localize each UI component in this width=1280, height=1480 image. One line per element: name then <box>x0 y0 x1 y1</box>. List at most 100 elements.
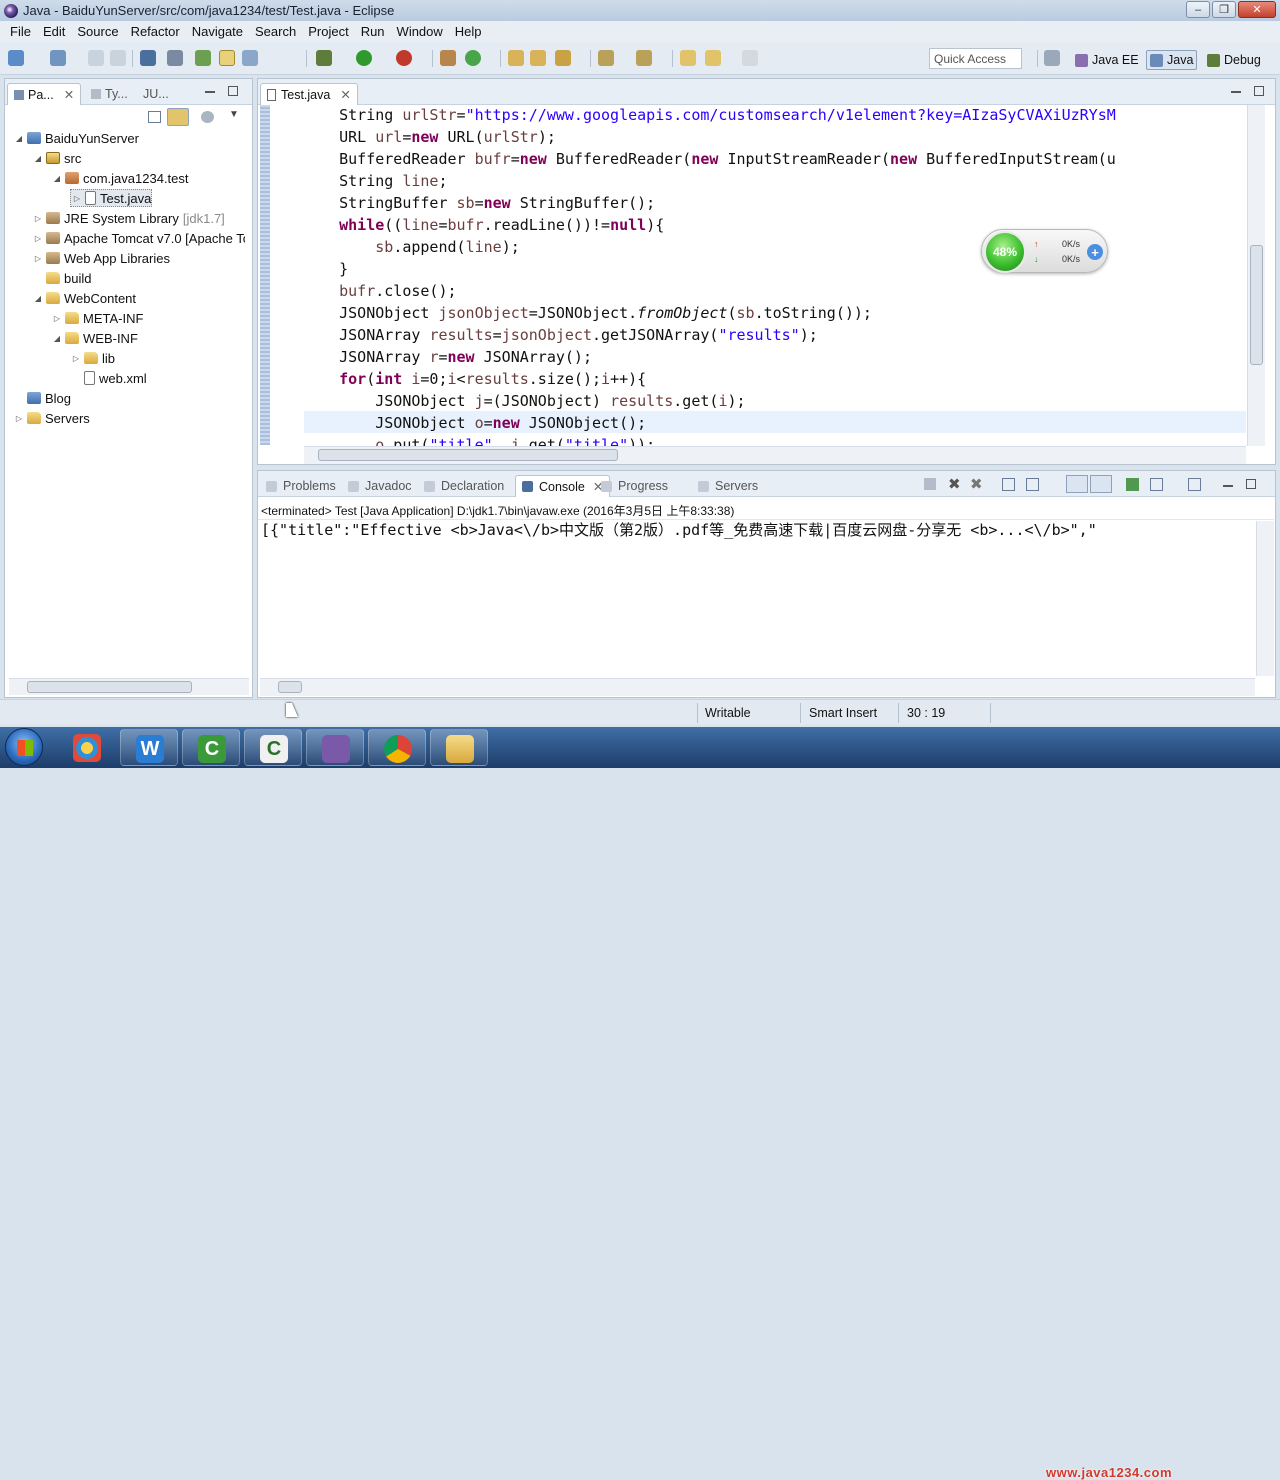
tab-servers[interactable]: Servers <box>692 475 764 497</box>
clear-console-icon[interactable] <box>1002 478 1015 491</box>
open-type-icon[interactable] <box>508 50 524 66</box>
tab-test-java[interactable]: Test.java ✕ <box>260 83 358 105</box>
code-line[interactable]: StringBuffer sb=new StringBuffer(); <box>303 192 655 214</box>
tree-item[interactable]: web.xml <box>70 369 147 387</box>
plus-icon[interactable]: + <box>1087 244 1103 260</box>
new-wizard-icon[interactable] <box>50 50 66 66</box>
console-vscrollbar[interactable] <box>1256 521 1274 676</box>
tree-item[interactable]: ▷ META-INF <box>51 309 144 327</box>
tree-item[interactable]: ▷ Test.java <box>70 189 153 207</box>
skip-breakpoints-icon[interactable] <box>167 50 183 66</box>
tree-item[interactable]: Blog <box>13 389 71 407</box>
code-line[interactable]: JSONArray r=new JSONArray(); <box>303 346 592 368</box>
tab-problems[interactable]: Problems <box>260 475 342 497</box>
code-line[interactable]: for(int i=0;i<results.size();i++){ <box>303 368 646 390</box>
forward-icon[interactable] <box>742 50 758 66</box>
taskbar-app-word[interactable]: W <box>120 729 178 766</box>
collapsed-twisty-icon[interactable]: ▷ <box>13 414 25 423</box>
expanded-twisty-icon[interactable]: ◢ <box>32 154 44 163</box>
taskbar-app-camtasia-recorder[interactable]: C <box>244 729 302 766</box>
menu-refactor[interactable]: Refactor <box>131 24 180 39</box>
minimize-button[interactable]: – <box>1186 1 1210 18</box>
code-line[interactable]: URL url=new URL(urlStr); <box>303 126 556 148</box>
terminate-icon[interactable] <box>924 478 936 490</box>
tree-item[interactable]: ▷ JRE System Library [jdk1.7] <box>32 209 225 227</box>
collapsed-twisty-icon[interactable]: ▷ <box>32 254 44 263</box>
editor-hscrollbar[interactable] <box>304 446 1246 464</box>
menu-file[interactable]: File <box>10 24 31 39</box>
perspective-java-ee[interactable]: Java EE <box>1072 50 1142 70</box>
menu-navigate[interactable]: Navigate <box>192 24 243 39</box>
tree-item[interactable]: ◢ WebContent <box>32 289 136 307</box>
back-icon[interactable] <box>705 50 721 66</box>
pin-console-icon[interactable] <box>1066 475 1088 493</box>
tree-item[interactable]: ◢ WEB-INF <box>51 329 138 347</box>
taskbar-app-0[interactable] <box>58 729 116 766</box>
close-icon[interactable]: ✕ <box>340 87 350 102</box>
remove-all-icon[interactable]: ✖ <box>970 475 983 493</box>
menu-run[interactable]: Run <box>361 24 385 39</box>
new-java-package-icon[interactable] <box>440 50 456 66</box>
editor-vscrollbar[interactable] <box>1247 105 1265 446</box>
menu-project[interactable]: Project <box>308 24 348 39</box>
console-options-icon[interactable] <box>1150 478 1163 491</box>
display-console-icon[interactable] <box>1090 475 1112 493</box>
terminal-icon[interactable] <box>140 50 156 66</box>
minimize-editor-icon[interactable] <box>1231 91 1241 93</box>
explorer-hscrollbar[interactable] <box>9 678 249 695</box>
tree-item[interactable]: ◢ src <box>32 149 81 167</box>
tab-javadoc[interactable]: Javadoc <box>342 475 418 497</box>
code-line[interactable]: o.put("title", j.get("title")); <box>303 434 655 446</box>
expanded-twisty-icon[interactable]: ◢ <box>32 294 44 303</box>
search-icon[interactable] <box>555 50 571 66</box>
open-perspective-icon[interactable] <box>1044 50 1060 66</box>
menu-edit[interactable]: Edit <box>43 24 65 39</box>
code-line[interactable]: JSONArray results=jsonObject.getJSONArra… <box>303 324 818 346</box>
code-line[interactable]: BufferedReader bufr=new BufferedReader(n… <box>303 148 1116 170</box>
menu-window[interactable]: Window <box>397 24 443 39</box>
code-line[interactable]: String line; <box>303 170 447 192</box>
tree-item[interactable]: build <box>32 269 91 287</box>
menu-search[interactable]: Search <box>255 24 296 39</box>
collapsed-twisty-icon[interactable]: ▷ <box>51 314 63 323</box>
new-icon[interactable] <box>8 50 24 66</box>
code-line[interactable]: bufr.close(); <box>303 280 456 302</box>
previous-annotation-icon[interactable] <box>636 50 652 66</box>
tree-item[interactable]: ▷ lib <box>70 349 115 367</box>
scroll-lock-icon[interactable] <box>1026 478 1039 491</box>
expanded-twisty-icon[interactable]: ◢ <box>13 134 25 143</box>
tab-progress[interactable]: Progress <box>595 475 674 497</box>
expanded-twisty-icon[interactable]: ◢ <box>51 334 63 343</box>
perspective-java[interactable]: Java <box>1146 50 1198 70</box>
tree-item[interactable]: ▷ Servers <box>13 409 90 427</box>
close-button[interactable]: ✕ <box>1238 1 1276 18</box>
collapsed-twisty-icon[interactable]: ▷ <box>32 214 44 223</box>
tree-item[interactable]: ▷ Web App Libraries <box>32 249 170 267</box>
next-annotation-icon[interactable] <box>598 50 614 66</box>
perspective-debug[interactable]: Debug <box>1204 50 1264 70</box>
collapsed-twisty-icon[interactable]: ▷ <box>71 194 83 203</box>
taskbar-app-explorer[interactable] <box>430 729 488 766</box>
quick-access-input[interactable]: Quick Access <box>929 48 1022 69</box>
code-line[interactable]: JSONObject j=(JSONObject) results.get(i)… <box>303 390 745 412</box>
network-speed-widget[interactable]: 48% ↑ 0K/s ↓ 0K/s + <box>981 229 1108 273</box>
code-editor[interactable]: String urlStr="https://www.googleapis.co… <box>303 104 1243 446</box>
new-console-view-icon[interactable] <box>1188 478 1201 491</box>
new-java-class-icon[interactable] <box>465 50 481 66</box>
open-task-icon[interactable] <box>530 50 546 66</box>
run-icon[interactable] <box>356 50 372 66</box>
maximize-button[interactable]: ❐ <box>1212 1 1236 18</box>
maximize-console-icon[interactable] <box>1246 479 1256 489</box>
taskbar-app-chrome[interactable] <box>368 729 426 766</box>
code-line[interactable]: String urlStr="https://www.googleapis.co… <box>303 104 1116 126</box>
code-line[interactable]: sb.append(line); <box>303 236 520 258</box>
open-console-icon[interactable] <box>1126 478 1139 491</box>
remove-launch-icon[interactable]: ✖ <box>948 475 961 493</box>
tab-declaration[interactable]: Declaration <box>418 475 510 497</box>
code-line[interactable]: while((line=bufr.readLine())!=null){ <box>303 214 664 236</box>
minimize-console-icon[interactable] <box>1223 485 1233 487</box>
last-edit-icon[interactable] <box>680 50 696 66</box>
console-output[interactable]: [{"title":"Effective <b>Java<\/b>中文版（第2版… <box>261 519 1097 540</box>
start-button[interactable] <box>5 728 43 766</box>
toggle-mark-icon[interactable] <box>219 50 235 66</box>
